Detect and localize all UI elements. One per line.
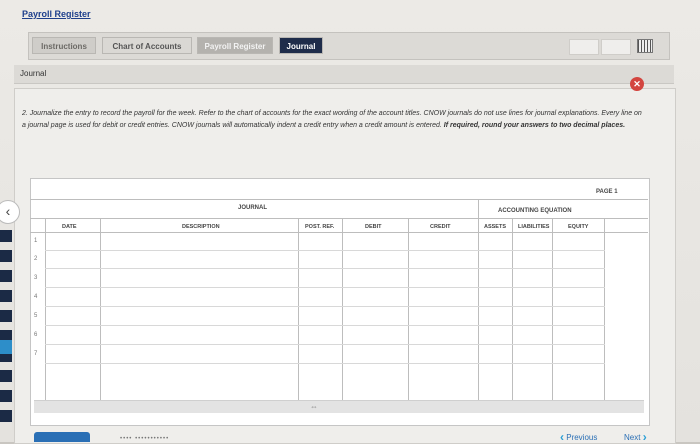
divider: [100, 218, 101, 400]
divider: [552, 218, 553, 400]
divider: [478, 218, 648, 219]
row-number: 3: [34, 275, 38, 281]
divider: [478, 200, 479, 400]
tab-chart-of-accounts[interactable]: Chart of Accounts: [102, 37, 192, 54]
page-label: PAGE 1: [596, 189, 618, 195]
row-number: 1: [34, 238, 38, 244]
table-row[interactable]: [45, 287, 605, 288]
tab-payroll-register[interactable]: Payroll Register: [197, 37, 273, 54]
horizontal-scrollbar[interactable]: [34, 400, 644, 413]
side-nav-active-item[interactable]: [0, 340, 12, 354]
instructions-emphasis: If required, round your answers to two d…: [443, 122, 626, 129]
row-number: 7: [34, 351, 38, 357]
divider: [298, 218, 299, 400]
divider: [512, 218, 513, 400]
tab-instructions[interactable]: Instructions: [32, 37, 96, 54]
section-title: Journal: [20, 69, 47, 78]
journal-table: [30, 178, 650, 426]
divider: [45, 218, 46, 400]
column-debit: DEBIT: [365, 224, 382, 230]
toolbar-box[interactable]: [569, 39, 599, 55]
row-number: 6: [34, 332, 38, 338]
row-number: 5: [34, 313, 38, 319]
table-row[interactable]: [45, 325, 605, 326]
column-description: DESCRIPTION: [182, 224, 220, 230]
table-row[interactable]: [45, 268, 605, 269]
previous-label: Previous: [566, 433, 598, 442]
equation-title: ACCOUNTING EQUATION: [498, 208, 572, 214]
close-icon[interactable]: ✕: [630, 77, 644, 91]
next-label: Next: [624, 433, 641, 442]
grid-icon[interactable]: [637, 39, 653, 53]
journal-title: JOURNAL: [238, 205, 268, 211]
side-navigation[interactable]: [0, 230, 12, 430]
table-row[interactable]: [45, 363, 605, 364]
scroll-thumb-icon[interactable]: ⇔: [310, 402, 318, 411]
table-row[interactable]: [45, 306, 605, 307]
instructions-text: 2. Journalize the entry to record the pa…: [22, 108, 642, 132]
divider: [30, 199, 648, 200]
tab-bar: Instructions Chart of Accounts Payroll R…: [28, 32, 670, 60]
app-title: Payroll Register: [22, 9, 91, 19]
divider: [342, 218, 343, 400]
column-credit: CREDIT: [430, 224, 451, 230]
divider: [408, 218, 409, 400]
page: Payroll Register Instructions Chart of A…: [0, 0, 700, 444]
divider: [30, 232, 648, 233]
row-number: 4: [34, 294, 38, 300]
bottom-button[interactable]: [34, 432, 90, 442]
table-row[interactable]: [45, 344, 605, 345]
column-equity: EQUITY: [568, 224, 589, 230]
column-date: DATE: [62, 224, 77, 230]
column-post-ref: POST. REF.: [305, 224, 335, 230]
tab-journal[interactable]: Journal: [279, 37, 323, 54]
section-header: Journal: [14, 65, 674, 84]
column-liabilities: LIABILITIES: [518, 224, 550, 230]
toolbar-box[interactable]: [601, 39, 631, 55]
row-number: 2: [34, 256, 38, 262]
divider: [604, 218, 605, 400]
table-row[interactable]: [45, 250, 605, 251]
column-assets: ASSETS: [484, 224, 507, 230]
bottom-status-icon: •••• •••••••••••: [120, 436, 170, 442]
